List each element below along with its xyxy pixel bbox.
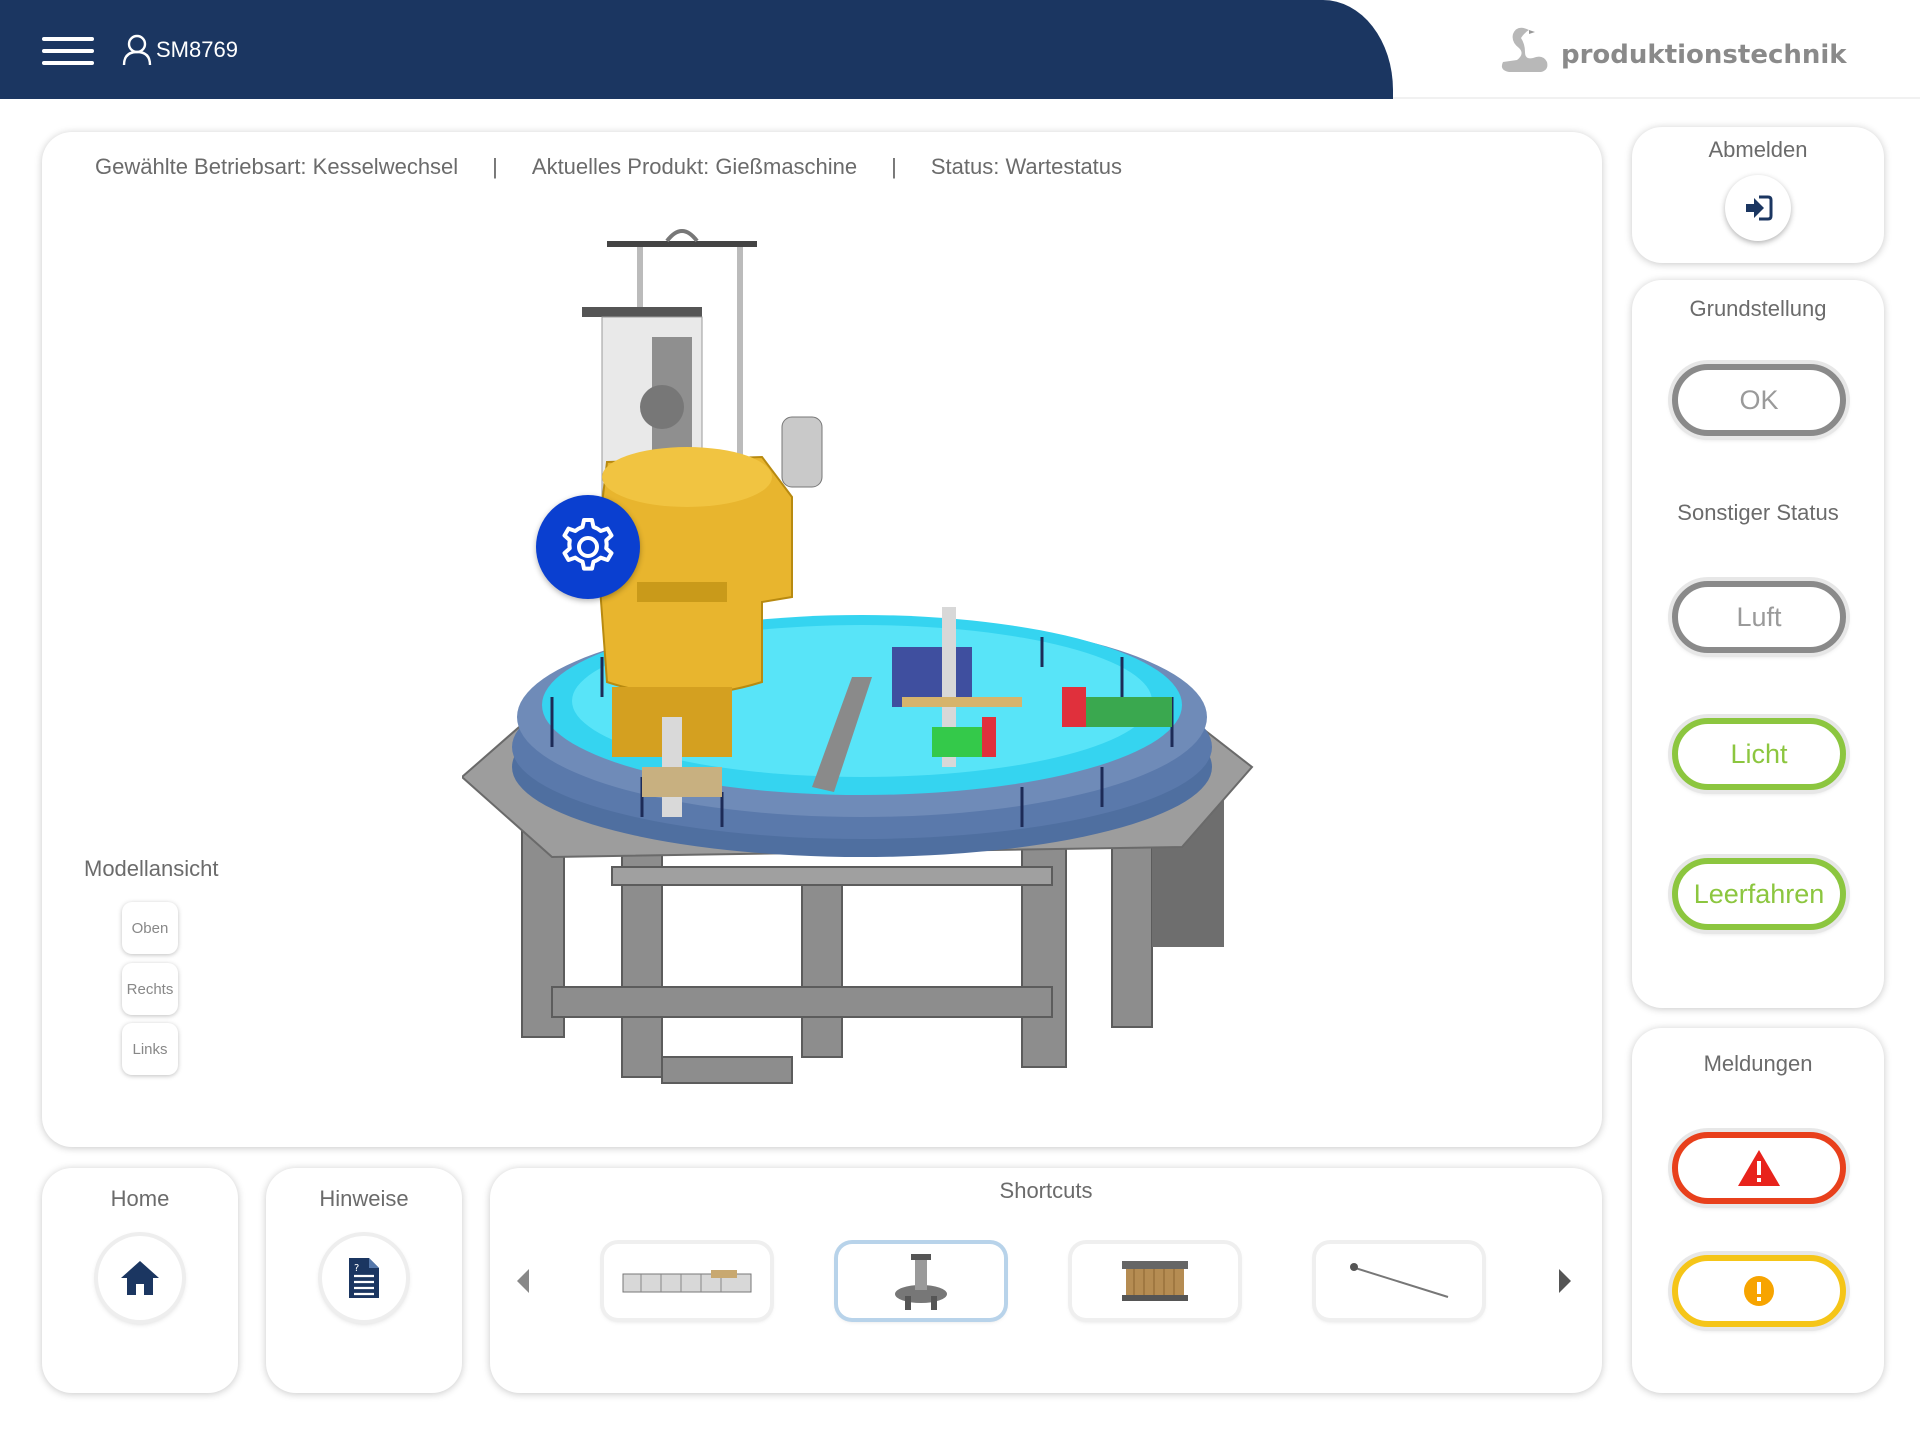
hints-label: Hinweise bbox=[319, 1186, 409, 1211]
arrow-left-icon[interactable] bbox=[516, 1268, 530, 1294]
model-viewer-panel: Gewählte Betriebsart: Kesselwechsel | Ak… bbox=[42, 132, 1602, 1147]
user-icon bbox=[122, 34, 152, 66]
header-divider bbox=[1393, 97, 1920, 99]
menu-icon[interactable] bbox=[42, 37, 94, 65]
production-line-thumbnail bbox=[622, 1270, 752, 1293]
probe-thumbnail bbox=[1350, 1263, 1449, 1298]
logout-icon bbox=[1746, 195, 1773, 221]
model-view-label: Modellansicht bbox=[84, 856, 219, 881]
ok-button[interactable]: OK bbox=[1672, 364, 1846, 436]
arrow-right-icon[interactable] bbox=[1558, 1268, 1572, 1294]
home-panel: Home bbox=[42, 1168, 238, 1393]
logout-label: Abmelden bbox=[1708, 137, 1808, 162]
machine-3d-model[interactable] bbox=[462, 227, 1282, 1107]
light-button[interactable]: Licht bbox=[1672, 718, 1846, 790]
svg-text:?: ? bbox=[354, 1263, 359, 1274]
gear-icon bbox=[562, 518, 614, 571]
casting-machine-thumbnail bbox=[895, 1254, 947, 1310]
other-status-label: Sonstiger Status bbox=[1677, 500, 1839, 525]
status-separator: | bbox=[492, 154, 498, 179]
current-product: Aktuelles Produkt: Gießmaschine bbox=[531, 154, 858, 179]
messages-panel: Meldungen bbox=[1632, 1028, 1884, 1393]
document-icon: ? bbox=[349, 1258, 379, 1298]
machine-status: Status: Wartestatus bbox=[930, 154, 1123, 179]
settings-button[interactable] bbox=[536, 495, 640, 599]
messages-label: Meldungen bbox=[1703, 1051, 1813, 1076]
shortcut-production-line[interactable] bbox=[604, 1244, 770, 1318]
empty-run-button[interactable]: Leerfahren bbox=[1672, 858, 1846, 930]
shortcuts-label: Shortcuts bbox=[999, 1178, 1093, 1203]
home-icon bbox=[121, 1261, 159, 1295]
brand-logo: produktionstechnik bbox=[1495, 24, 1847, 76]
view-top-button[interactable]: Oben bbox=[122, 902, 178, 954]
hints-panel: Hinweise ? bbox=[266, 1168, 462, 1393]
user-id: SM8769 bbox=[156, 37, 238, 62]
view-left-button[interactable]: Links bbox=[122, 1023, 178, 1075]
user-account[interactable]: SM8769 bbox=[122, 34, 238, 66]
swan-logo bbox=[1501, 27, 1548, 72]
shortcut-cabinet[interactable] bbox=[1072, 1244, 1238, 1318]
info-circle-icon bbox=[1744, 1276, 1774, 1306]
air-button[interactable]: Luft bbox=[1672, 581, 1846, 653]
brand-name: produktionstechnik bbox=[1561, 40, 1847, 70]
view-right-button[interactable]: Rechts bbox=[122, 963, 178, 1015]
status-panel: Grundstellung OK Sonstiger Status Luft L… bbox=[1632, 280, 1884, 1008]
grundstellung-label: Grundstellung bbox=[1689, 296, 1827, 321]
status-separator: | bbox=[891, 154, 897, 179]
shortcuts-panel: Shortcuts bbox=[490, 1168, 1602, 1393]
cabinet-thumbnail bbox=[1122, 1261, 1188, 1301]
shortcut-probe[interactable] bbox=[1316, 1244, 1482, 1318]
warning-messages-button[interactable] bbox=[1672, 1255, 1846, 1327]
shortcut-casting-machine[interactable] bbox=[838, 1244, 1004, 1318]
top-header: SM8769 bbox=[0, 0, 1393, 99]
logout-button[interactable] bbox=[1725, 175, 1791, 241]
warning-triangle-icon bbox=[1738, 1150, 1780, 1186]
logout-panel: Abmelden bbox=[1632, 127, 1884, 263]
status-bar: Gewählte Betriebsart: Kesselwechsel | Ak… bbox=[95, 154, 1122, 180]
home-button[interactable] bbox=[98, 1236, 182, 1320]
hints-button[interactable]: ? bbox=[322, 1236, 406, 1320]
operation-mode: Gewählte Betriebsart: Kesselwechsel bbox=[95, 154, 459, 179]
error-messages-button[interactable] bbox=[1672, 1132, 1846, 1204]
home-label: Home bbox=[110, 1186, 170, 1211]
